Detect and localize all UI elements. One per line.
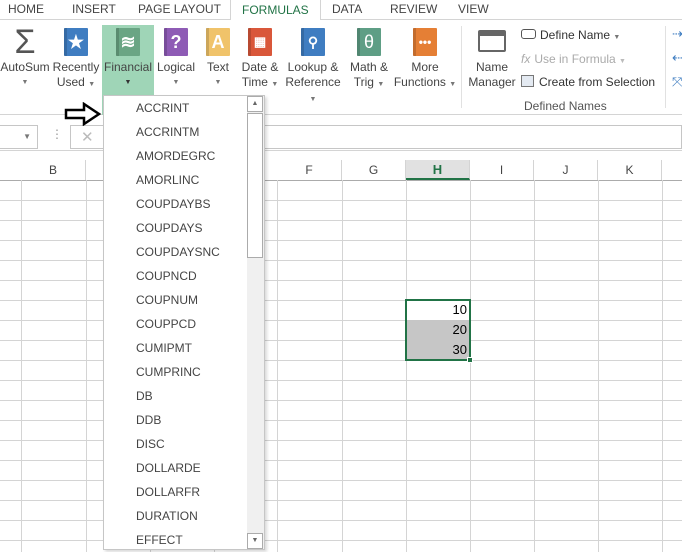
scrollbar-thumb[interactable] [247,113,263,258]
financial-functions-menu: ACCRINT ACCRINTM AMORDEGRC AMORLINC COUPDAYB… [103,95,265,550]
tab-view[interactable]: VIEW [458,2,489,16]
name-manager-button[interactable]: Name Manager [466,30,518,104]
math-trig-button[interactable]: θ Math & Trig ▼ [345,24,393,98]
column-header-k[interactable]: K [598,160,662,180]
arrow-right-icon [64,102,102,126]
menu-item-coupdays[interactable]: COUPDAYS [136,218,202,238]
menu-item-coupncd[interactable]: COUPNCD [136,266,197,286]
column-header-i[interactable]: I [470,160,534,180]
menu-item-amorlinc[interactable]: AMORLINC [136,170,199,190]
menu-item-disc[interactable]: DISC [136,434,165,454]
tab-review[interactable]: REVIEW [390,2,437,16]
group-divider [461,26,462,108]
recently-used-button[interactable]: ★ Recently Used ▼ [52,24,100,98]
column-line [470,180,471,552]
define-name-button[interactable]: Define Name ▼ [521,28,620,42]
letter-a-book-icon: A [206,28,230,56]
menu-item-accrintm[interactable]: ACCRINTM [136,122,199,142]
tab-insert[interactable]: INSERT [72,2,116,16]
column-line [277,180,278,552]
column-line [406,180,407,552]
selection-border [405,299,471,361]
logical-button[interactable]: ? Logical ▼ [155,24,197,98]
create-from-selection-button[interactable]: Create from Selection [521,75,655,89]
column-header-j[interactable]: J [534,160,598,180]
menu-item-coupdaysnc[interactable]: COUPDAYSNC [136,242,220,262]
magnifier-book-icon: ⚲ [301,28,325,56]
column-header-b[interactable]: B [21,160,86,180]
tab-page-layout[interactable]: PAGE LAYOUT [138,2,221,16]
fx-icon: fx [521,52,531,66]
trace-precedents-icon[interactable]: ⇢ [672,26,682,42]
trace-dependents-icon[interactable]: ⇠ [672,50,682,66]
menu-item-accrint[interactable]: ACCRINT [136,98,189,118]
tab-formulas[interactable]: FORMULAS [230,0,321,21]
tag-icon [521,29,536,39]
more-functions-button[interactable]: ••• More Functions ▼ [393,24,457,98]
menu-item-cumipmt[interactable]: CUMIPMT [136,338,192,358]
menu-item-dollarfr[interactable]: DOLLARFR [136,482,200,502]
group-divider [665,26,666,108]
menu-item-cumprinc[interactable]: CUMPRINC [136,362,201,382]
theta-book-icon: θ [357,28,381,56]
star-book-icon: ★ [64,28,88,56]
column-header-g[interactable]: G [342,160,406,180]
lookup-reference-button[interactable]: ⚲ Lookup & Reference ▼ [283,24,343,103]
scrollbar[interactable]: ▲ ▼ [247,96,264,549]
coins-book-icon: ≋ [116,28,140,56]
menu-item-dollarde[interactable]: DOLLARDE [136,458,201,478]
column-header-f[interactable]: F [277,160,342,180]
menu-item-coupdaybs[interactable]: COUPDAYBS [136,194,210,214]
remove-arrows-icon[interactable]: ⤧ [672,74,682,90]
menu-item-db[interactable]: DB [136,386,153,406]
table-icon [521,75,534,87]
menu-item-effect[interactable]: EFFECT [136,530,183,550]
formula-input[interactable] [264,125,682,149]
scroll-up-icon[interactable]: ▲ [247,96,263,112]
chevron-down-icon: ▼ [23,132,31,141]
menu-item-ddb[interactable]: DDB [136,410,161,430]
autosum-button[interactable]: Σ AutoSum ▼ [0,24,50,98]
column-line [598,180,599,552]
column-header-h[interactable]: H [406,160,470,180]
calendar-book-icon: ▦ [248,28,272,56]
text-button[interactable]: A Text ▼ [200,24,236,98]
use-in-formula-button[interactable]: fx Use in Formula ▼ [521,52,626,66]
date-time-button[interactable]: ▦ Date & Time ▼ [238,24,282,98]
ribbon-tabs: HOME INSERT PAGE LAYOUT FORMULAS DATA RE… [0,0,682,21]
name-manager-icon [478,30,506,52]
menu-item-couppcd[interactable]: COUPPCD [136,314,196,334]
defined-names-group-label: Defined Names [524,99,607,113]
column-line [662,180,663,552]
column-line [342,180,343,552]
menu-item-amordegrc[interactable]: AMORDEGRC [136,146,215,166]
column-line [534,180,535,552]
column-line [21,180,22,552]
menu-item-duration[interactable]: DURATION [136,506,198,526]
fill-handle[interactable] [467,357,473,363]
sigma-icon: Σ [14,23,36,61]
tab-data[interactable]: DATA [332,2,362,16]
menu-item-coupnum[interactable]: COUPNUM [136,290,198,310]
ellipsis-book-icon: ••• [413,28,437,56]
question-book-icon: ? [164,28,188,56]
tab-home[interactable]: HOME [8,2,44,16]
name-box[interactable]: ▼ [0,125,38,149]
splitter-handle-icon[interactable]: ⋮ [51,127,63,141]
scroll-down-icon[interactable]: ▼ [247,533,263,549]
column-line [86,180,87,552]
